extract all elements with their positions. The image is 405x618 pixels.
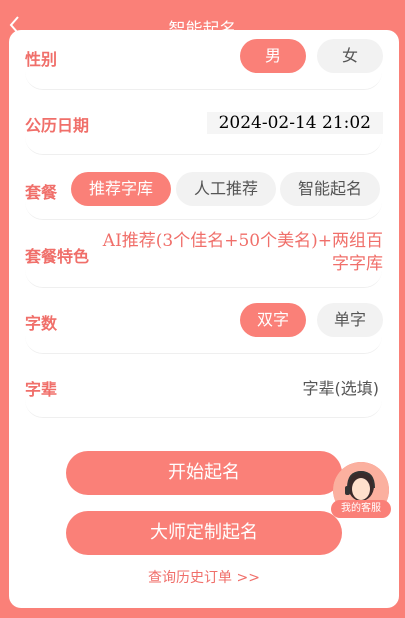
gender-option-female[interactable]: 女 bbox=[317, 39, 383, 73]
start-naming-button[interactable]: 开始起名 bbox=[66, 451, 342, 495]
char-count-label: 字数 bbox=[25, 314, 58, 333]
gender-option-male[interactable]: 男 bbox=[240, 39, 306, 73]
customer-service-label: 我的客服 bbox=[331, 500, 391, 518]
date-label: 公历日期 bbox=[25, 116, 90, 135]
char-count-row: 字数 双字 单字 bbox=[25, 288, 383, 354]
feature-text: AI推荐(3个佳名+50个美名)+两组百字字库 bbox=[102, 231, 383, 274]
feature-label: 套餐特色 bbox=[25, 247, 90, 266]
gender-row: 性别 男 女 bbox=[25, 30, 383, 90]
customer-service-button[interactable]: 我的客服 bbox=[331, 462, 391, 522]
char-count-option-single[interactable]: 单字 bbox=[317, 303, 383, 337]
package-row: 套餐 推荐字库 人工推荐 智能起名 bbox=[25, 155, 382, 220]
date-value[interactable]: 2024-02-14 21:02 bbox=[206, 112, 383, 134]
generation-label: 字辈 bbox=[25, 380, 58, 399]
package-option-smart[interactable]: 智能起名 bbox=[280, 172, 380, 206]
package-option-manual[interactable]: 人工推荐 bbox=[176, 172, 276, 206]
char-count-option-double[interactable]: 双字 bbox=[240, 303, 306, 337]
generation-input[interactable]: 字辈(选填) bbox=[303, 375, 380, 399]
gender-label: 性别 bbox=[25, 50, 58, 69]
master-naming-button[interactable]: 大师定制起名 bbox=[66, 511, 342, 555]
package-label: 套餐 bbox=[25, 183, 58, 202]
package-option-recommended[interactable]: 推荐字库 bbox=[71, 172, 171, 206]
history-orders-link[interactable]: 查询历史订单 >> bbox=[9, 567, 399, 587]
